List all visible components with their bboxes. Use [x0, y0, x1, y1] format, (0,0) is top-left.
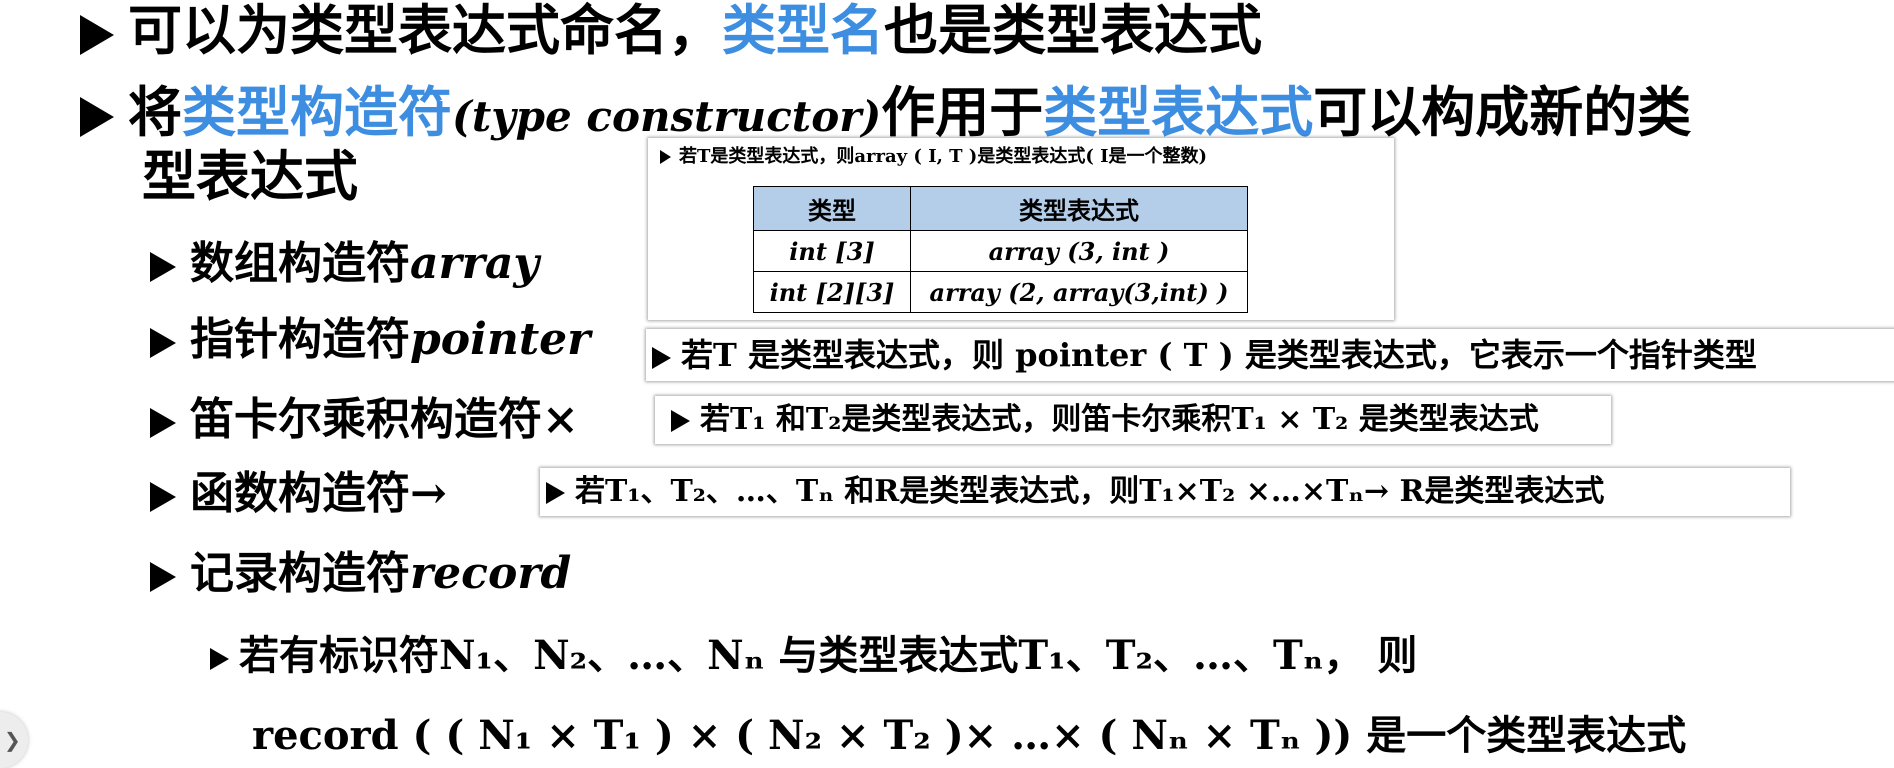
- bullet-type-naming: 可以为类型表达式命名，类型名也是类型表达式: [80, 0, 1262, 60]
- table-header-cell: 类型表达式: [910, 186, 1248, 231]
- triangle-arrow-icon: [652, 346, 671, 369]
- triangle-arrow-icon: [150, 561, 176, 592]
- table-header-row: 类型 类型表达式: [753, 186, 1248, 231]
- chevron-right-icon: ❯: [4, 728, 21, 752]
- triangle-arrow-icon: [150, 251, 176, 282]
- record-expression-line: record ( ( N₁ × T₁ ) × ( N₂ × T₂ )× …× (…: [252, 712, 1687, 759]
- pointer-note-box: 若T 是类型表达式，则 pointer ( T ) 是类型表达式，它表示一个指针…: [646, 329, 1894, 381]
- triangle-arrow-icon: [80, 96, 114, 137]
- array-note-header: 若T是类型表达式，则array ( I, T )是类型表达式( I是一个整数): [660, 142, 1207, 168]
- function-note-box: 若T₁、T₂、…、Tₙ 和R是类型表达式，则T₁×T₂ ×…×Tₙ→ R是类型表…: [540, 468, 1790, 516]
- triangle-arrow-icon: [80, 14, 114, 55]
- sub-bullet-pointer: 指针构造符pointer: [150, 312, 590, 368]
- triangle-arrow-icon: [546, 482, 565, 504]
- sub-bullet-array: 数组构造符array: [150, 236, 539, 292]
- table-cell: int [2][3]: [753, 271, 911, 313]
- sub-bullet-record: 记录构造符record: [150, 546, 571, 602]
- table-row: int [3] array (3, int ): [753, 230, 1248, 272]
- next-slide-button[interactable]: ❯: [0, 712, 28, 768]
- triangle-arrow-icon: [150, 481, 176, 512]
- table-header-cell: 类型: [753, 186, 911, 231]
- table-row: int [2][3] array (2, array(3,int) ): [753, 271, 1248, 313]
- bullet-type-constructor-continued: 型表达式: [142, 144, 358, 208]
- array-note-box: 若T是类型表达式，则array ( I, T )是类型表达式( I是一个整数) …: [648, 138, 1394, 320]
- triangle-arrow-icon: [150, 407, 176, 438]
- cartesian-note-box: 若T₁ 和T₂是类型表达式，则笛卡尔乘积T₁ × T₂ 是类型表达式: [655, 396, 1611, 444]
- table-cell: int [3]: [753, 230, 911, 272]
- triangle-arrow-icon: [150, 327, 176, 358]
- triangle-arrow-icon: [210, 648, 229, 670]
- table-cell: array (3, int ): [910, 230, 1248, 272]
- record-definition-line: 若有标识符N₁、N₂、…、Nₙ 与类型表达式T₁、T₂、…、Tₙ， 则: [210, 630, 1417, 682]
- sub-bullet-cartesian: 笛卡尔乘积构造符×: [150, 392, 579, 448]
- triangle-arrow-icon: [660, 150, 671, 164]
- array-type-table: 类型 类型表达式 int [3] array (3, int ) int [2]…: [753, 186, 1248, 313]
- table-cell: array (2, array(3,int) ): [910, 271, 1248, 313]
- sub-bullet-function: 函数构造符→: [150, 466, 447, 522]
- triangle-arrow-icon: [671, 410, 690, 432]
